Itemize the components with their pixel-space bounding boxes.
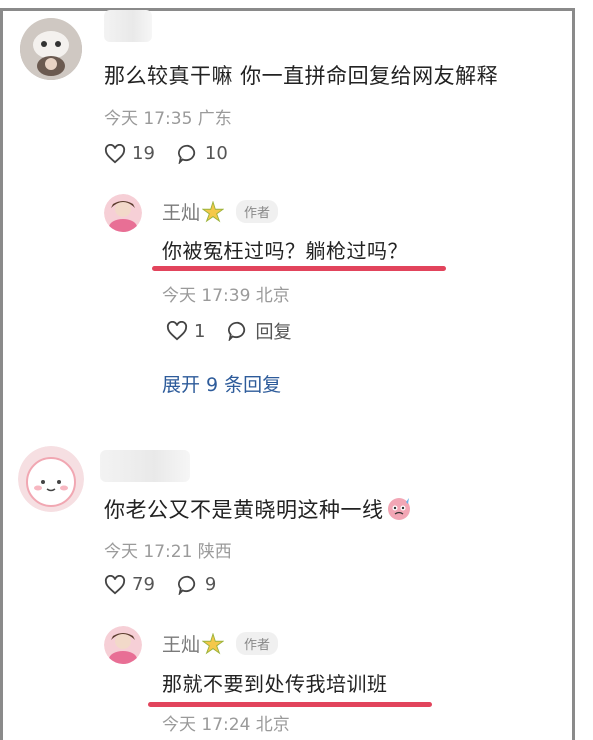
emoji-icon xyxy=(387,498,410,520)
comment-meta: 今天 17:21 陕西 xyxy=(104,542,232,562)
reply-button[interactable]: 回复 xyxy=(227,318,291,344)
reply-text: 那就不要到处传我培训班 xyxy=(162,672,388,696)
comment-bubble-icon xyxy=(177,144,196,164)
highlight-underline xyxy=(152,266,446,271)
author-badge: 作者 xyxy=(236,632,279,655)
like-button[interactable]: 1 xyxy=(166,321,205,342)
reply-actions: 1 回复 xyxy=(166,318,313,344)
heart-icon xyxy=(104,574,126,594)
avatar[interactable] xyxy=(104,626,142,664)
comment-bubble-icon xyxy=(177,575,196,595)
comment-meta: 今天 17:35 广东 xyxy=(104,109,232,129)
like-button[interactable]: 79 xyxy=(104,574,155,595)
avatar[interactable] xyxy=(20,18,82,80)
like-count: 19 xyxy=(132,143,155,164)
reply-text: 你被冤枉过吗？躺枪过吗？ xyxy=(162,239,408,263)
like-button[interactable]: 19 xyxy=(104,143,155,164)
reply-author[interactable]: 王灿 作者 xyxy=(162,630,279,657)
comment-text-content: 你老公又不是黄晓明这种一线 xyxy=(104,498,384,522)
comment-bubble-icon xyxy=(228,321,246,341)
reply-author[interactable]: 王灿 作者 xyxy=(162,198,279,225)
reply-count: 9 xyxy=(204,574,217,595)
username-blurred[interactable] xyxy=(100,450,190,482)
reply-meta: 今天 17:24 北京 xyxy=(162,715,290,735)
reply-label: 回复 xyxy=(255,322,292,343)
username-blurred[interactable] xyxy=(104,10,152,42)
like-count: 79 xyxy=(132,574,155,595)
comment-actions: 19 10 xyxy=(104,143,250,164)
heart-icon xyxy=(166,321,188,341)
like-count: 1 xyxy=(194,320,206,342)
comment-text: 那么较真干嘛 你一直拼命回复给网友解释 xyxy=(104,64,499,88)
comment-actions: 79 9 xyxy=(104,574,238,595)
comment-panel xyxy=(0,8,575,740)
author-name: 王灿 xyxy=(162,634,201,656)
reply-meta: 今天 17:39 北京 xyxy=(162,286,290,306)
highlight-underline xyxy=(148,702,432,707)
comment-text: 你老公又不是黄晓明这种一线 xyxy=(104,494,412,524)
sparkle-icon xyxy=(202,632,225,654)
avatar[interactable] xyxy=(104,194,142,232)
reply-count-button[interactable]: 10 xyxy=(177,143,228,164)
author-badge: 作者 xyxy=(236,200,279,223)
heart-icon xyxy=(104,143,126,163)
reply-count: 10 xyxy=(204,143,228,164)
expand-replies-link[interactable]: 展开 9 条回复 xyxy=(162,370,281,397)
author-name: 王灿 xyxy=(162,202,201,224)
reply-count-button[interactable]: 9 xyxy=(177,574,216,595)
avatar[interactable] xyxy=(18,446,84,512)
sparkle-icon xyxy=(202,200,225,222)
